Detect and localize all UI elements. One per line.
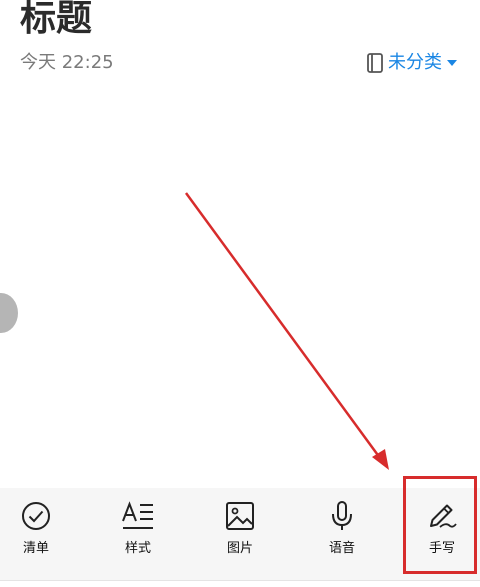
- checklist-label: 清单: [22, 541, 49, 556]
- text-style-icon: [122, 501, 153, 529]
- image-button[interactable]: 图片: [208, 500, 272, 562]
- voice-button[interactable]: 语音: [310, 500, 374, 562]
- note-title[interactable]: 标题: [20, 0, 92, 44]
- handwriting-button[interactable]: 手写: [410, 500, 474, 562]
- microphone-icon: [332, 501, 352, 530]
- checklist-button[interactable]: 清单: [4, 500, 68, 562]
- note-datetime: 今天 22:25: [20, 52, 114, 73]
- style-label: 样式: [124, 541, 151, 556]
- image-icon: [226, 502, 254, 530]
- category-selector[interactable]: 未分类: [366, 50, 458, 76]
- voice-label: 语音: [328, 541, 355, 556]
- image-label: 图片: [226, 541, 253, 556]
- bottom-toolbar: 清单 样式 图片 语音 手写: [0, 488, 480, 580]
- caret-down-icon: [447, 60, 457, 66]
- category-label: 未分类: [388, 52, 442, 73]
- pen-icon: [430, 504, 457, 528]
- side-drawer-handle[interactable]: [0, 293, 18, 333]
- notebook-icon: [367, 53, 383, 73]
- handwriting-label: 手写: [428, 541, 455, 556]
- checkmark-circle-icon: [22, 502, 50, 530]
- style-button[interactable]: 样式: [106, 500, 170, 562]
